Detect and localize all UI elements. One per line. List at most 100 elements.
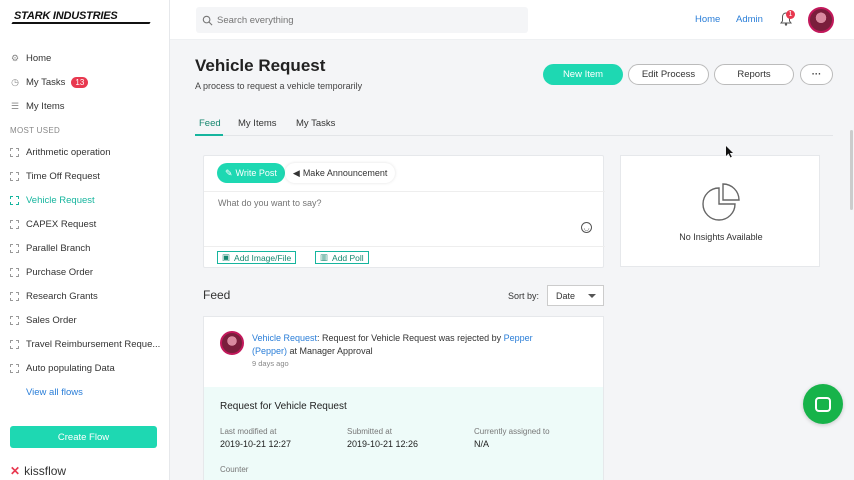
- make-announcement-tab[interactable]: ◀ Make Announcement: [284, 163, 396, 183]
- feed-timestamp: 9 days ago: [252, 359, 289, 368]
- flow-item-time-off[interactable]: Time Off Request: [0, 164, 170, 188]
- sidebar-item-my-items[interactable]: ☰ My Items: [0, 94, 170, 118]
- feed-item: Vehicle Request: Request for Vehicle Req…: [203, 316, 604, 480]
- flow-item-parallel-branch[interactable]: Parallel Branch: [0, 236, 170, 260]
- tab-my-items[interactable]: My Items: [238, 118, 277, 129]
- chat-support-button[interactable]: [803, 384, 843, 424]
- clock-icon: ◷: [11, 76, 19, 87]
- post-text-input[interactable]: [218, 198, 578, 208]
- insights-panel: No Insights Available: [620, 155, 820, 267]
- emoji-icon[interactable]: ◡: [581, 222, 592, 233]
- reports-button[interactable]: Reports: [714, 64, 794, 85]
- company-logo[interactable]: STARK INDUSTRIES: [14, 10, 118, 22]
- search-icon: [202, 15, 213, 25]
- search-box[interactable]: [196, 7, 528, 33]
- add-poll-label: Add Poll: [332, 252, 364, 263]
- top-bar: Home Admin 1: [170, 0, 854, 40]
- create-flow-button[interactable]: Create Flow: [10, 426, 157, 448]
- page-title: Vehicle Request: [195, 56, 326, 75]
- new-item-button[interactable]: New Item: [543, 64, 623, 85]
- notification-badge: 1: [786, 10, 795, 19]
- flow-item-travel-reimbursement[interactable]: Travel Reimbursement Reque...: [0, 332, 170, 356]
- flow-label: Sales Order: [26, 314, 77, 326]
- user-avatar[interactable]: [808, 7, 834, 33]
- submitted-value: 2019-10-21 12:26: [347, 439, 419, 449]
- sidebar-item-home[interactable]: ⚙ Home: [0, 46, 170, 70]
- sort-value: Date: [556, 290, 576, 301]
- flow-icon: [10, 267, 19, 277]
- flow-icon: [10, 195, 19, 205]
- tab-my-tasks[interactable]: My Tasks: [296, 118, 335, 129]
- flow-icon: [10, 171, 19, 181]
- feed-text-part: at Manager Approval: [287, 346, 373, 356]
- tab-bar: Feed My Items My Tasks: [195, 112, 833, 136]
- flow-item-sales-order[interactable]: Sales Order: [0, 308, 170, 332]
- last-modified-label: Last modified at: [220, 427, 277, 436]
- flow-item-purchase-order[interactable]: Purchase Order: [0, 260, 170, 284]
- flow-label: Travel Reimbursement Reque...: [26, 338, 161, 350]
- counter-label: Counter: [220, 465, 249, 474]
- search-input[interactable]: [217, 14, 517, 26]
- flow-label: CAPEX Request: [26, 218, 97, 230]
- feed-text-part: : Request for Vehicle Request was reject…: [317, 333, 504, 343]
- page-subtitle: A process to request a vehicle temporari…: [195, 81, 363, 91]
- write-post-label: Write Post: [235, 168, 277, 178]
- poll-icon: ▥: [320, 252, 329, 262]
- scrollbar[interactable]: [850, 130, 853, 210]
- kissflow-brand-text: kissflow: [24, 464, 67, 478]
- flow-icon: [10, 243, 19, 253]
- edit-process-button[interactable]: Edit Process: [628, 64, 709, 85]
- tasks-count-badge: 13: [71, 76, 89, 88]
- flow-label: Parallel Branch: [26, 242, 91, 254]
- admin-link[interactable]: Admin: [736, 14, 763, 25]
- chevron-down-icon: [588, 294, 596, 298]
- flow-label: Auto populating Data: [26, 362, 115, 374]
- avatar[interactable]: [220, 331, 244, 355]
- flow-link[interactable]: Vehicle Request: [252, 333, 317, 343]
- divider: [204, 246, 605, 247]
- active-tab-indicator: [195, 134, 223, 136]
- flow-item-research-grants[interactable]: Research Grants: [0, 284, 170, 308]
- most-used-label: MOST USED: [10, 125, 61, 135]
- chat-icon: [815, 396, 831, 412]
- submitted-label: Submitted at: [347, 427, 392, 436]
- sidebar-nav: ⚙ Home ◷ My Tasks 13 ☰ My Items MOST USE…: [0, 46, 170, 404]
- logo-swoosh: [11, 22, 151, 24]
- pencil-icon: ✎: [225, 167, 233, 178]
- sidebar-item-label: My Items: [26, 100, 65, 112]
- sidebar: STARK INDUSTRIES ⚙ Home ◷ My Tasks 13 ☰ …: [0, 0, 170, 480]
- flow-item-capex[interactable]: CAPEX Request: [0, 212, 170, 236]
- add-poll-button[interactable]: ▥ Add Poll: [315, 251, 369, 264]
- mouse-cursor-icon: [726, 146, 733, 158]
- more-options-button[interactable]: ···: [800, 64, 833, 85]
- megaphone-icon: ◀: [292, 167, 300, 178]
- write-post-tab[interactable]: ✎ Write Post: [217, 163, 285, 183]
- sidebar-item-label: My Tasks: [26, 76, 66, 88]
- flow-item-vehicle-request[interactable]: Vehicle Request: [0, 188, 170, 212]
- flow-icon: [10, 291, 19, 301]
- flow-icon: [10, 363, 19, 373]
- feed-item-detail[interactable]: Request for Vehicle Request Last modifie…: [204, 387, 603, 480]
- feed-title: Feed: [203, 288, 231, 302]
- add-image-button[interactable]: ▣ Add Image/File: [217, 251, 297, 264]
- detail-title: Request for Vehicle Request: [220, 401, 347, 412]
- flow-icon: [10, 219, 19, 229]
- make-announcement-label: Make Announcement: [302, 168, 388, 178]
- flow-label: Time Off Request: [26, 170, 100, 182]
- sidebar-item-my-tasks[interactable]: ◷ My Tasks 13: [0, 70, 170, 94]
- home-link[interactable]: Home: [695, 14, 720, 25]
- sort-by-label: Sort by:: [508, 291, 540, 301]
- sort-select[interactable]: Date: [547, 285, 604, 306]
- flow-item-auto-populating[interactable]: Auto populating Data: [0, 356, 170, 380]
- flow-label: Research Grants: [26, 290, 98, 302]
- assigned-label: Currently assigned to: [474, 427, 550, 436]
- view-all-flows-link[interactable]: View all flows: [0, 380, 170, 404]
- flow-icon: [10, 315, 19, 325]
- flow-item-arithmetic[interactable]: Arithmetic operation: [0, 140, 170, 164]
- post-type-switch: ✎ Write Post ◀ Make Announcement: [217, 163, 396, 183]
- flow-icon: [10, 147, 19, 157]
- image-icon: ▣: [222, 252, 231, 262]
- assigned-value: N/A: [474, 439, 490, 449]
- tab-feed[interactable]: Feed: [199, 118, 221, 129]
- flow-label: Arithmetic operation: [26, 146, 111, 158]
